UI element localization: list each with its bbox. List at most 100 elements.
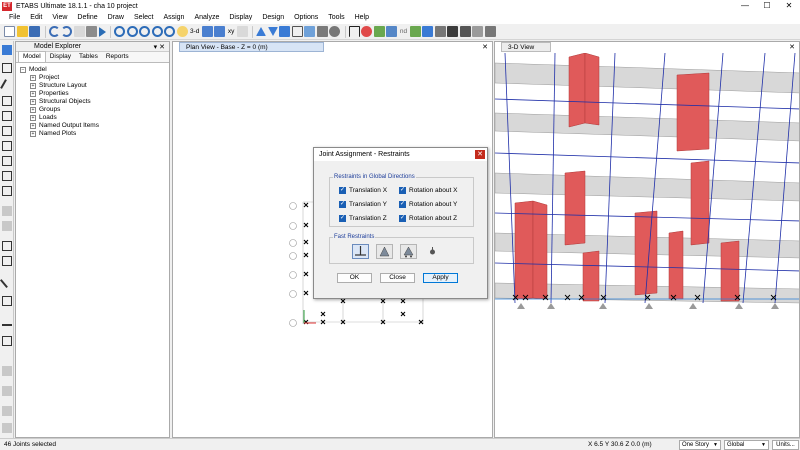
draw-line-icon[interactable] [0,273,15,289]
draw-brace-icon[interactable] [2,126,12,136]
select-all-icon[interactable] [279,26,291,37]
tree-item-named-output-items[interactable]: + Named Output Items [30,122,99,129]
3d-view-tab[interactable]: 3-D View [501,42,551,52]
draw-section-cut-icon[interactable] [2,241,12,251]
menu-analyze[interactable]: Analyze [189,12,224,24]
menu-tools[interactable]: Tools [323,12,349,24]
draw-link-icon[interactable] [2,141,12,151]
draw-dimension-icon[interactable] [2,206,12,216]
zoom-fit-icon[interactable] [164,26,175,37]
tree-item-structural-objects[interactable]: + Structural Objects [30,98,91,105]
open-icon[interactable] [16,26,28,37]
menu-help[interactable]: Help [350,12,374,24]
zoom-restore-icon[interactable] [126,26,138,37]
close-button[interactable]: Close [380,273,415,283]
refresh-window-icon[interactable] [73,26,85,37]
pinned-support-button[interactable] [376,244,393,259]
reshape-icon[interactable] [2,63,12,73]
panel-pin-close-icon[interactable]: ▾ ✕ [154,43,165,51]
ok-button[interactable]: OK [337,273,372,283]
draw-beam-icon[interactable] [2,96,12,106]
menu-file[interactable]: File [4,12,25,24]
3d-view-window[interactable]: 3-D View ✕ [494,41,800,438]
checkbox-rotation-z[interactable]: ✓ Rotation about Z [399,215,457,222]
expand-icon[interactable]: + [30,130,36,137]
pointer-icon[interactable] [2,45,12,55]
draw-opening-icon[interactable] [2,186,12,196]
run-analysis-icon[interactable] [98,26,106,37]
draw-wall-icon[interactable] [2,171,12,181]
shear-wall-icon[interactable] [472,26,484,37]
menu-select[interactable]: Select [129,12,158,24]
3d-view-close-icon[interactable]: ✕ [789,43,795,51]
pan-icon[interactable] [176,26,188,37]
rotate-view-icon[interactable] [236,26,248,37]
column-design-icon[interactable] [447,26,459,37]
tree-root-model[interactable]: − Model [20,66,47,73]
checkbox-box[interactable]: ✓ [339,187,346,194]
tab-display[interactable]: Display [46,52,75,62]
draw-tendon-icon[interactable] [2,256,12,266]
deformed-shape-icon[interactable] [409,26,421,37]
snap-perpendicular-icon[interactable] [2,423,12,433]
tree-item-named-plots[interactable]: + Named Plots [30,130,76,137]
collapse-icon[interactable]: − [20,66,26,73]
view-3d-button[interactable]: 3-d [189,26,200,37]
snap-points-icon[interactable] [2,366,12,376]
menu-assign[interactable]: Assign [158,12,189,24]
menu-design[interactable]: Design [257,12,289,24]
story-dropdown[interactable]: One Story ▼ [679,440,721,450]
menu-options[interactable]: Options [289,12,323,24]
3d-model-canvas[interactable] [495,53,800,438]
tree-item-loads[interactable]: + Loads [30,114,57,121]
maximize-button[interactable]: ☐ [756,0,778,12]
set-display-icon[interactable] [329,26,341,37]
coord-system-dropdown[interactable]: Global ▼ [724,440,769,450]
expand-icon[interactable]: + [30,74,36,81]
checkbox-box[interactable]: ✓ [399,215,406,222]
nd-button[interactable]: nd [399,26,408,37]
object-shrink-icon[interactable] [361,26,373,37]
tree-item-groups[interactable]: + Groups [30,106,60,113]
draw-floor-icon[interactable] [2,156,12,166]
draw-grid-icon[interactable] [2,296,12,306]
tab-model[interactable]: Model [18,51,46,62]
checkbox-box[interactable]: ✓ [339,201,346,208]
xy-view-button[interactable]: xy [227,26,236,37]
show-loads-icon[interactable] [386,26,398,37]
units-button[interactable]: Units... [772,440,799,450]
clear-selection-icon[interactable] [316,26,328,37]
save-icon[interactable] [29,26,40,37]
tree-item-project[interactable]: + Project [30,74,59,81]
menu-view[interactable]: View [47,12,72,24]
elevation-view-icon[interactable] [214,26,226,37]
expand-icon[interactable]: + [30,98,36,105]
snap-ends-icon[interactable] [2,386,12,396]
draw-column-icon[interactable] [2,111,12,121]
tree-item-structure-layout[interactable]: + Structure Layout [30,82,87,89]
menu-define[interactable]: Define [72,12,102,24]
checkbox-box[interactable]: ✓ [399,187,406,194]
mode-shape-icon[interactable] [422,26,434,37]
menu-display[interactable]: Display [224,12,257,24]
draw-strip-icon[interactable] [2,336,12,346]
checkbox-box[interactable]: ✓ [399,201,406,208]
frame-icon[interactable] [348,26,360,37]
expand-icon[interactable]: + [30,106,36,113]
apply-button[interactable]: Apply [423,273,458,283]
lock-icon[interactable] [86,26,97,37]
draw-slab-icon[interactable] [2,316,12,326]
expand-icon[interactable]: + [30,122,36,129]
checkbox-translation-z[interactable]: ✓ Translation Z [339,215,387,222]
dialog-close-icon[interactable]: ✕ [475,150,485,159]
roller-support-button[interactable] [400,244,417,259]
minimize-button[interactable]: — [734,0,756,12]
zoom-out-icon[interactable] [151,26,163,37]
checkbox-translation-x[interactable]: ✓ Translation X [339,187,387,194]
expand-icon[interactable]: + [30,90,36,97]
force-diagram-icon[interactable] [434,26,446,37]
checkbox-box[interactable]: ✓ [339,215,346,222]
plan-view-icon[interactable] [201,26,213,37]
get-previous-icon[interactable] [304,26,316,37]
tab-reports[interactable]: Reports [102,52,133,62]
